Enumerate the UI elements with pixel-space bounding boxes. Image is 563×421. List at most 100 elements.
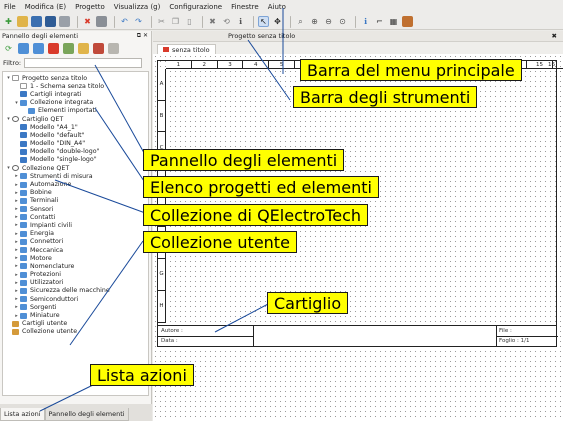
tree-item[interactable]: Modello "double-logo" bbox=[3, 148, 148, 156]
collapsed-arrow-icon[interactable]: ▸ bbox=[13, 206, 20, 212]
tree-item[interactable]: ▸ Bobine bbox=[3, 189, 148, 197]
tree-item[interactable]: Cartigli utente bbox=[3, 320, 148, 328]
zoom-in-icon[interactable]: ⊕ bbox=[309, 16, 320, 27]
new-project-icon[interactable]: ✚ bbox=[3, 16, 14, 27]
collapsed-arrow-icon[interactable]: ▸ bbox=[13, 231, 20, 237]
expanded-arrow-icon[interactable]: ▾ bbox=[5, 165, 12, 171]
menu-item[interactable]: File bbox=[4, 3, 16, 11]
menu-item[interactable]: Aiuto bbox=[268, 3, 286, 11]
dock-float-close-icon[interactable]: ⧉ ✕ bbox=[137, 32, 148, 40]
grid-icon[interactable]: ▦ bbox=[388, 16, 399, 27]
collapsed-arrow-icon[interactable]: ▸ bbox=[13, 313, 20, 319]
expanded-arrow-icon[interactable]: ▾ bbox=[5, 116, 12, 122]
reload-icon[interactable]: ⟳ bbox=[3, 43, 14, 54]
menu-item[interactable]: Visualizza (g) bbox=[114, 3, 161, 11]
collapsed-arrow-icon[interactable]: ▸ bbox=[13, 214, 20, 220]
filter-input[interactable] bbox=[24, 57, 143, 68]
edit-folder-icon[interactable] bbox=[33, 43, 44, 54]
zoom-fit-icon[interactable]: ⌕ bbox=[295, 16, 306, 27]
tree-item[interactable]: ▸ Automazione bbox=[3, 180, 148, 188]
tree-item[interactable]: ▸ Impianti civili bbox=[3, 221, 148, 229]
tab-action-list[interactable]: Lista azioni bbox=[0, 408, 45, 421]
zoom-out-icon[interactable]: ⊖ bbox=[323, 16, 334, 27]
tree-item[interactable]: 1 - Schema senza titolo bbox=[3, 82, 148, 90]
title-block[interactable]: Autore : Data : File : Foglio : 1/1 bbox=[158, 325, 558, 346]
tree-item[interactable]: ▸ Miniature bbox=[3, 311, 148, 319]
tree-item[interactable]: ▾ Progetto senza titolo bbox=[3, 74, 148, 82]
tree-item[interactable]: ▾ Cartiglio QET bbox=[3, 115, 148, 123]
tree-item[interactable]: Modello "single-logo" bbox=[3, 156, 148, 164]
tree-item[interactable]: ▾ Collezione QET bbox=[3, 164, 148, 172]
move-tool-icon[interactable]: ✥ bbox=[272, 16, 283, 27]
cut-icon[interactable]: ✂ bbox=[156, 16, 167, 27]
collapsed-arrow-icon[interactable]: ▸ bbox=[13, 304, 20, 310]
collapsed-arrow-icon[interactable]: ▸ bbox=[13, 190, 20, 196]
save-icon[interactable] bbox=[31, 16, 42, 27]
delete-element-icon[interactable] bbox=[93, 43, 104, 54]
collapsed-arrow-icon[interactable]: ▸ bbox=[13, 239, 20, 245]
paste-icon[interactable]: ▯ bbox=[184, 16, 195, 27]
info-icon[interactable]: ℹ bbox=[235, 16, 246, 27]
diagram-tab[interactable]: senza titolo bbox=[157, 44, 216, 54]
delete-icon[interactable]: ✖ bbox=[207, 16, 218, 27]
open-icon[interactable] bbox=[17, 16, 28, 27]
collapsed-arrow-icon[interactable]: ▸ bbox=[13, 247, 20, 253]
properties-icon[interactable]: ℹ bbox=[360, 16, 371, 27]
delete-folder-icon[interactable] bbox=[48, 43, 59, 54]
tree-item[interactable]: ▸ Energia bbox=[3, 230, 148, 238]
collapsed-arrow-icon[interactable]: ▸ bbox=[13, 263, 20, 269]
zoom-reset-icon[interactable]: ⊙ bbox=[337, 16, 348, 27]
close-project-icon[interactable]: ✖ bbox=[82, 16, 93, 27]
collapsed-arrow-icon[interactable]: ▸ bbox=[13, 173, 20, 179]
tree-item[interactable]: ▸ Nomenclature bbox=[3, 262, 148, 270]
undo-icon[interactable]: ↶ bbox=[119, 16, 130, 27]
export-icon[interactable] bbox=[96, 16, 107, 27]
tree-item[interactable]: ▸ Sicurezza delle macchine bbox=[3, 287, 148, 295]
expanded-arrow-icon[interactable]: ▾ bbox=[13, 100, 20, 106]
tree-item[interactable]: Modello "A4_1" bbox=[3, 123, 148, 131]
print-icon[interactable] bbox=[59, 16, 70, 27]
tree-item[interactable]: ▸ Semiconduttori bbox=[3, 295, 148, 303]
select-tool-icon[interactable]: ↖ bbox=[258, 16, 269, 27]
close-window-icon[interactable]: ✖ bbox=[552, 32, 557, 40]
tree-item[interactable]: Elementi importati bbox=[3, 107, 148, 115]
menu-item[interactable]: Finestre bbox=[231, 3, 259, 11]
menu-item[interactable]: Progetto bbox=[75, 3, 105, 11]
tree-item[interactable]: ▸ Terminali bbox=[3, 197, 148, 205]
tab-elements-panel[interactable]: Pannello degli elementi bbox=[44, 408, 129, 421]
tree-item[interactable]: ▸ Protezioni bbox=[3, 271, 148, 279]
tree-item[interactable]: ▾ Collezione integrata bbox=[3, 99, 148, 107]
tree-item[interactable]: ▸ Contatti bbox=[3, 213, 148, 221]
collapsed-arrow-icon[interactable]: ▸ bbox=[13, 296, 20, 302]
tree-item[interactable]: ▸ Strumenti di misura bbox=[3, 172, 148, 180]
edit-element-icon[interactable] bbox=[78, 43, 89, 54]
tree-item[interactable]: ▸ Motore bbox=[3, 254, 148, 262]
save-as-icon[interactable] bbox=[45, 16, 56, 27]
collapsed-arrow-icon[interactable]: ▸ bbox=[13, 255, 20, 261]
tree-item[interactable]: ▸ Sensori bbox=[3, 205, 148, 213]
collapsed-arrow-icon[interactable]: ▸ bbox=[13, 222, 20, 228]
tree-item[interactable]: Collezione utente bbox=[3, 328, 148, 336]
image-icon[interactable] bbox=[402, 16, 413, 27]
collapsed-arrow-icon[interactable]: ▸ bbox=[13, 288, 20, 294]
tree-item[interactable]: ▸ Sorgenti bbox=[3, 303, 148, 311]
new-element-icon[interactable] bbox=[63, 43, 74, 54]
redo-icon[interactable]: ↷ bbox=[133, 16, 144, 27]
menu-item[interactable]: Modifica (E) bbox=[25, 3, 66, 11]
tree-item[interactable]: ▸ Utilizzatori bbox=[3, 279, 148, 287]
tree-item[interactable]: ▸ Meccanica bbox=[3, 246, 148, 254]
open-element-icon[interactable] bbox=[108, 43, 119, 54]
collapsed-arrow-icon[interactable]: ▸ bbox=[13, 280, 20, 286]
tree-item[interactable]: Cartigli integrati bbox=[3, 90, 148, 98]
copy-icon[interactable]: ❐ bbox=[170, 16, 181, 27]
expanded-arrow-icon[interactable]: ▾ bbox=[5, 75, 12, 81]
tree-item[interactable]: Modello "DIN_A4" bbox=[3, 140, 148, 148]
tree-item[interactable]: Modello "default" bbox=[3, 131, 148, 139]
menu-item[interactable]: Configurazione bbox=[169, 3, 222, 11]
collapsed-arrow-icon[interactable]: ▸ bbox=[13, 182, 20, 188]
collapsed-arrow-icon[interactable]: ▸ bbox=[13, 272, 20, 278]
collapsed-arrow-icon[interactable]: ▸ bbox=[13, 198, 20, 204]
tree-item[interactable]: ▸ Connettori bbox=[3, 238, 148, 246]
rotate-icon[interactable]: ⟲ bbox=[221, 16, 232, 27]
conductor-icon[interactable]: ⌐ bbox=[374, 16, 385, 27]
